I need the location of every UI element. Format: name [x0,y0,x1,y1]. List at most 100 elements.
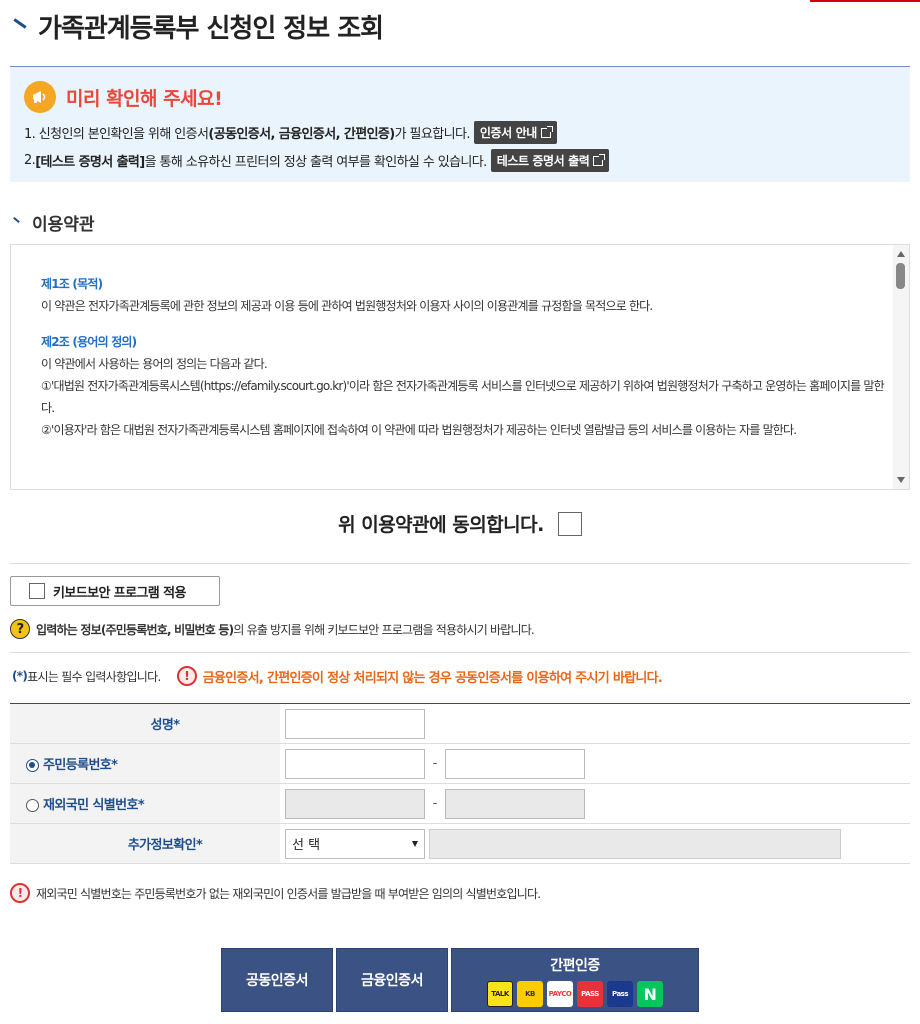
article-2-text: 이 약관에서 사용하는 용어의 정의는 다음과 같다. [41,357,268,371]
external-link-icon [593,153,606,166]
extra-info-input[interactable] [429,828,841,859]
section-tick-icon [12,219,20,227]
extra-info-select[interactable]: 선 택 [285,828,425,859]
notice-line-1-text: 1. 신청인의 본인확인을 위해 인증서 [24,127,209,142]
name-input[interactable] [285,708,425,739]
notice-line-1: 1. 신청인의 본인확인을 위해 인증서 (공동인증서, 금융인증서, 간편인증)… [24,121,557,144]
keyboard-security-checkbox[interactable] [29,583,45,599]
kakao-talk-icon: TALK [487,981,513,1007]
warning-icon: ! [176,666,197,686]
test-print-button[interactable]: 테스트 증명서 출력 [490,149,610,172]
external-link-icon [540,125,553,138]
notice-line-1-bold: (공동인증서, 금융인증서, 간편인증) [208,127,395,142]
article-1-text: 이 약관은 전자가족관계등록에 관한 정보의 제공과 이용 등에 관하여 법원행… [41,299,653,313]
top-accent-bar [810,0,920,2]
foreign-label-text: 재외국민 식별번호 [43,798,138,813]
extra-select-value: 선 택 [292,838,321,853]
applicant-form: 성명* 주민등록번호* - 재외국민 식별번호* - 추가정보확인* 선 택 [10,703,910,864]
required-star: * [111,758,118,773]
certificate-guide-label: 인증서 안내 [479,126,537,140]
required-notice: (*) 표시는 필수 입력사항입니다. ! 금융인증서, 간편인증이 정상 처리되… [12,666,663,686]
notice-line-2: 2. [테스트 증명서 출력] 을 통해 소유하신 프린터의 정상 출력 여부를 … [24,149,610,172]
foreign-front-input[interactable] [285,788,425,819]
rrn-cell: - [280,743,910,784]
terms-title-text: 이용약관 [32,215,95,235]
warning-icon: ! [10,883,30,903]
simple-auth-button[interactable]: 간편인증 TALK KB PAYCO PASS Pass N [451,948,699,1012]
terms-scrollbar[interactable] [893,245,909,489]
rrn-front-input[interactable] [285,748,425,779]
naver-icon: N [637,981,663,1007]
required-text: 표시는 필수 입력사항입니다. [27,669,161,684]
rrn-label: 주민등록번호* [10,743,280,784]
megaphone-icon [24,81,56,113]
name-label: 성명* [10,703,280,744]
article-2-item-1: ①'대법원 전자가족관계등록시스템(https://efamily.scourt… [41,379,885,415]
page-title-text: 가족관계등록부 신청인 정보 조회 [38,13,384,44]
keyboard-hint-bold: 입력하는 정보(주민등록번호, 비밀번호 등) [36,622,234,637]
terms-scroll-box[interactable]: 제1조 (목적) 이 약관은 전자가족관계등록에 관한 정보의 제공과 이용 등… [10,244,910,490]
notice-line-2-text: 을 통해 소유하신 프린터의 정상 출력 여부를 확인하실 수 있습니다. [144,155,488,170]
notice-line-2-num: 2. [24,153,36,168]
required-star: (*) [12,669,28,683]
scroll-thumb[interactable] [896,263,905,289]
certificate-guide-button[interactable]: 인증서 안내 [473,121,557,144]
extra-label: 추가정보확인* [10,823,280,864]
extra-label-text: 추가정보확인 [127,838,197,853]
notice-line-1-tail: 가 필요합니다. [394,127,471,142]
rrn-back-input[interactable] [445,748,585,779]
notice-heading-text: 미리 확인해 주세요! [66,87,223,110]
simple-auth-label: 간편인증 [550,958,600,974]
simple-auth-logos: TALK KB PAYCO PASS Pass N [485,981,665,1007]
auth-buttons: 공동인증서 금융인증서 간편인증 TALK KB PAYCO PASS Pass… [221,948,702,1012]
finance-certificate-button[interactable]: 금융인증서 [336,948,448,1012]
article-2-item-2: ②'이용자'라 함은 대법원 전자가족관계등록시스템 홈페이지에 접속하여 이 … [41,423,797,437]
kb-icon: KB [517,981,543,1007]
pass-icon: PASS [577,981,603,1007]
required-star: * [137,798,145,813]
article-2-title: 제2조 (용어의 정의) [41,335,137,349]
rrn-radio[interactable] [26,759,39,772]
finance-certificate-label: 금융인증서 [361,973,423,989]
foreign-back-input[interactable] [445,788,585,819]
notice-line-2-bold: [테스트 증명서 출력] [35,155,145,170]
joint-certificate-label: 공동인증서 [246,973,308,989]
form-row-rrn: 주민등록번호* - [10,743,910,784]
keyboard-security-button[interactable]: 키보드보안 프로그램 적용 [10,576,220,606]
payco-icon: PAYCO [547,981,573,1007]
notice-box: 미리 확인해 주세요! 1. 신청인의 본인확인을 위해 인증서 (공동인증서, … [10,66,910,182]
scroll-down-arrow-icon[interactable] [897,477,905,483]
form-row-extra: 추가정보확인* 선 택 [10,823,910,864]
title-slash-icon [12,19,28,33]
terms-content: 제1조 (목적) 이 약관은 전자가족관계등록에 관한 정보의 제공과 이용 등… [41,273,887,441]
divider [10,652,910,653]
article-1-title: 제1조 (목적) [41,277,103,291]
extra-cell: 선 택 [280,823,910,864]
page-title: 가족관계등록부 신청인 정보 조회 [12,6,384,46]
rrn-dash: - [432,756,438,771]
terms-section-title: 이용약관 [12,210,95,235]
terms-agree-checkbox[interactable] [557,511,582,536]
keyboard-hint-text: 의 유출 방지를 위해 키보드보안 프로그램을 적용하시기 바랍니다. [233,622,534,637]
foreign-label: 재외국민 식별번호* [10,783,280,824]
foreign-radio[interactable] [26,799,39,812]
keyboard-hint: ? 입력하는 정보(주민등록번호, 비밀번호 등) 의 유출 방지를 위해 키보드… [10,619,535,639]
chevron-down-icon [412,840,418,847]
required-warning: 금융인증서, 간편인증이 정상 처리되지 않는 경우 공동인증서를 이용하여 주… [202,670,663,686]
joint-certificate-button[interactable]: 공동인증서 [221,948,333,1012]
notice-heading: 미리 확인해 주세요! [24,81,223,113]
foreign-cell: - [280,783,910,824]
rrn-label-text: 주민등록번호 [43,758,112,773]
foreign-id-note-text: 재외국민 식별번호는 주민등록번호가 없는 재외국민이 인증서를 발급받을 때 … [36,886,541,901]
divider [10,563,910,564]
scroll-up-arrow-icon[interactable] [897,251,905,257]
required-star: * [195,838,203,853]
required-star: * [173,718,180,733]
form-row-name: 성명* [10,703,910,744]
form-row-foreign: 재외국민 식별번호* - [10,783,910,824]
foreign-id-note: ! 재외국민 식별번호는 주민등록번호가 없는 재외국민이 인증서를 발급받을 … [10,883,541,903]
foreign-dash: - [432,796,438,811]
name-cell [280,703,910,744]
terms-agree-row: 위 이용약관에 동의합니다. [0,510,920,537]
terms-agree-label: 위 이용약관에 동의합니다. [338,514,544,536]
